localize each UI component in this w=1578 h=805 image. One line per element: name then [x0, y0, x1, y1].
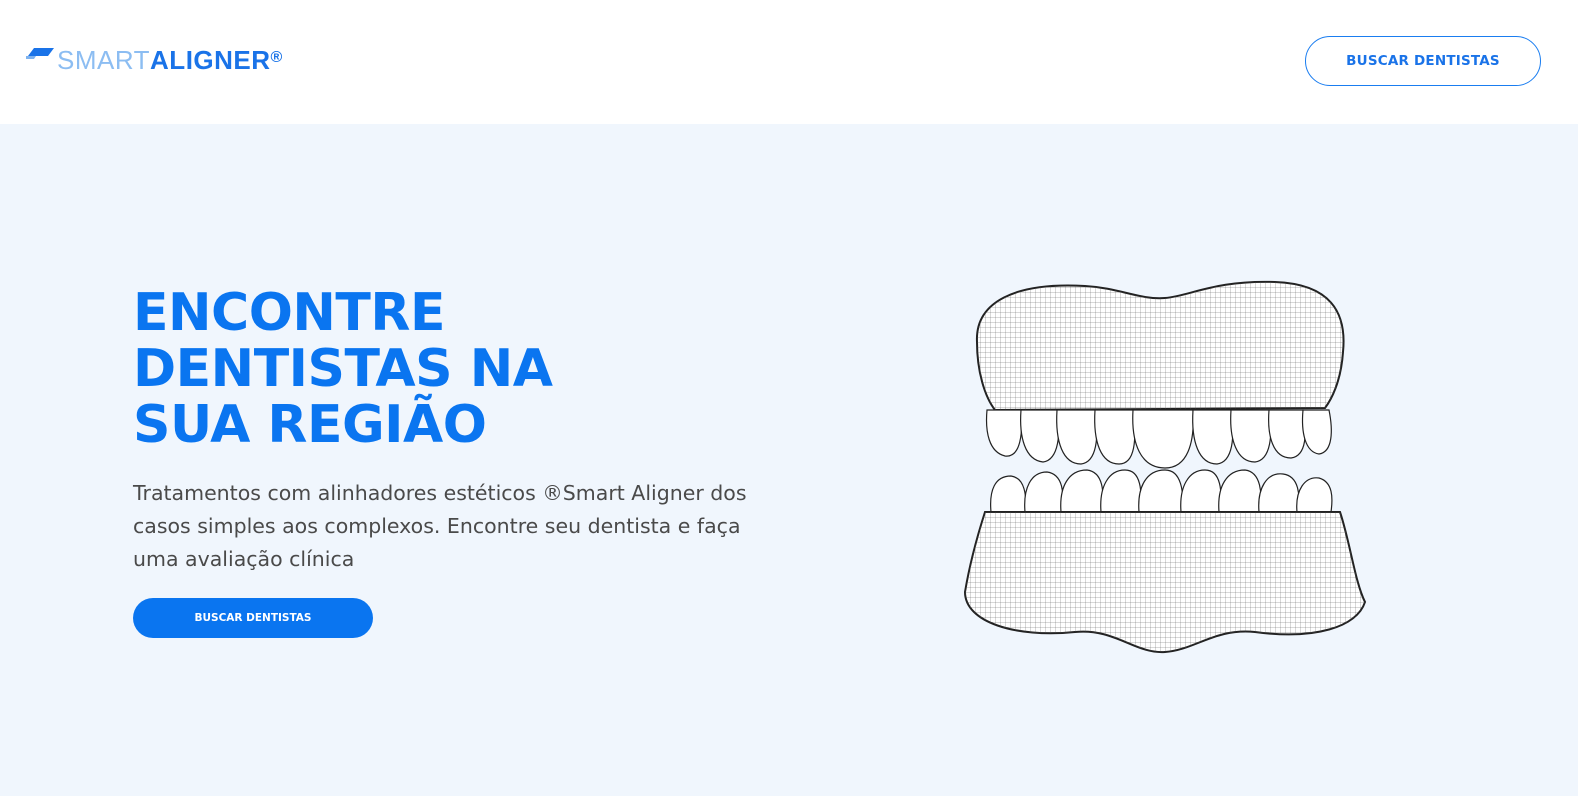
hero-search-dentists-button[interactable]: BUSCAR DENTISTAS: [133, 598, 373, 638]
logo-text-aligner: ALIGNER: [150, 45, 271, 75]
hero-description: Tratamentos com alinhadores estéticos ®S…: [133, 477, 833, 576]
logo-registered-mark: ®: [270, 49, 283, 66]
logo-mark-icon: [26, 48, 54, 59]
hero-title-line: SUA REGIÃO: [133, 395, 487, 455]
hero-description-line: casos simples aos complexos. Encontre se…: [133, 514, 741, 538]
lower-gum: [963, 511, 1367, 654]
logo-text-smart: SMART: [57, 45, 151, 75]
hero-description-line: uma avaliação clínica: [133, 547, 355, 571]
upper-teeth: [985, 409, 1332, 469]
hero-description-line: Tratamentos com alinhadores estéticos ®S…: [133, 481, 747, 505]
dental-arches-wireframe-icon: [963, 280, 1367, 654]
hero-title: ENCONTRE DENTISTAS NA SUA REGIÃO: [133, 285, 693, 453]
hero-title-line: DENTISTAS NA: [133, 339, 553, 399]
section-divider: [0, 796, 1578, 805]
lower-teeth: [990, 469, 1333, 513]
smart-aligner-logo[interactable]: SMARTALIGNER®: [26, 44, 283, 76]
hero-title-line: ENCONTRE: [133, 283, 445, 343]
header-search-dentists-button[interactable]: BUSCAR DENTISTAS: [1305, 36, 1541, 86]
site-header: SMARTALIGNER® BUSCAR DENTISTAS: [0, 0, 1578, 124]
logo-wordmark: SMARTALIGNER®: [57, 44, 283, 76]
